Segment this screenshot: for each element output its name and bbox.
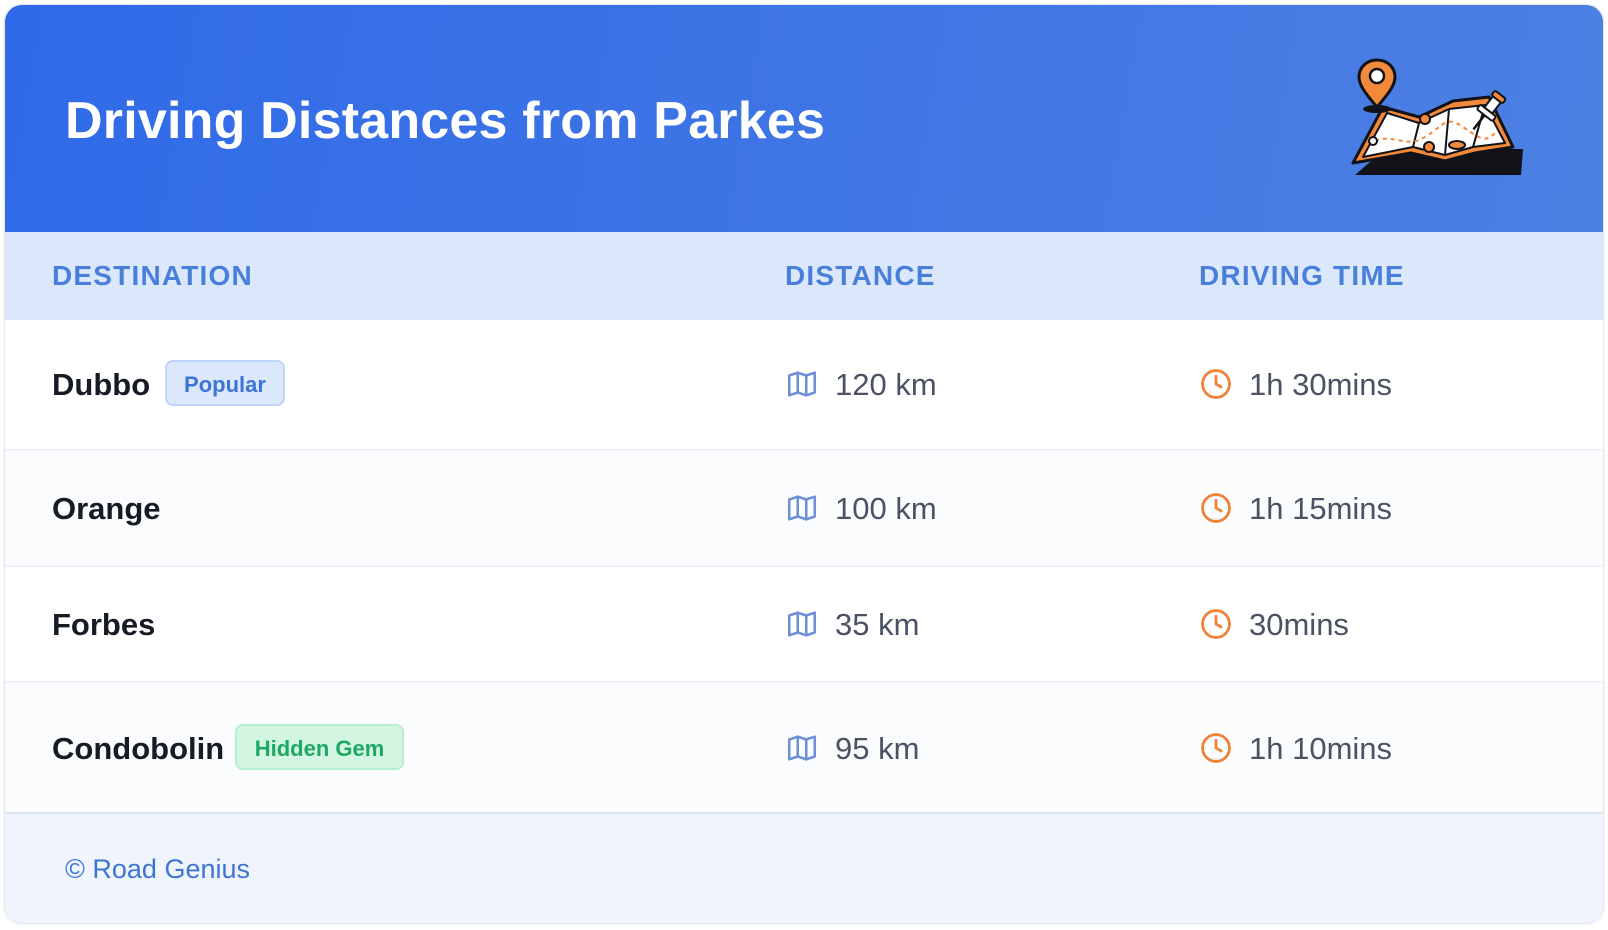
driving-time-value: 1h 10mins — [1249, 731, 1393, 766]
card-footer: © Road Genius — [5, 812, 1603, 923]
table-row: Forbes 35 km 30mins — [5, 567, 1603, 683]
destination-name: Condobolin — [52, 731, 225, 766]
page-title: Driving Distances from Parkes — [65, 92, 826, 150]
driving-time-value: 30mins — [1249, 607, 1349, 642]
destination-name: Dubbo — [52, 367, 151, 402]
clock-icon — [1201, 733, 1231, 763]
column-header-distance: DISTANCE — [785, 260, 936, 291]
clock-icon — [1201, 493, 1231, 523]
distance-value: 35 km — [835, 607, 920, 642]
map-icon — [787, 495, 817, 521]
driving-time-value: 1h 15mins — [1249, 491, 1393, 526]
table-row: Orange 100 km 1h 15mins — [5, 451, 1603, 567]
card-header: Driving Distances from Parkes — [5, 5, 1603, 232]
copyright-text: © Road Genius — [65, 854, 250, 884]
destination-name: Forbes — [52, 607, 156, 642]
hidden-gem-badge: Hidden Gem — [235, 724, 404, 770]
column-header-driving-time: DRIVING TIME — [1199, 260, 1405, 291]
table-header: DESTINATION DISTANCE DRIVING TIME — [5, 232, 1603, 322]
map-icon — [787, 611, 817, 637]
clock-icon — [1201, 369, 1231, 399]
map-icon — [787, 735, 817, 761]
driving-time-value: 1h 30mins — [1249, 367, 1393, 402]
distance-value: 95 km — [835, 731, 920, 766]
map-with-pins-icon — [1351, 58, 1523, 175]
clock-icon — [1201, 609, 1231, 639]
map-icon — [787, 371, 817, 397]
destination-name: Orange — [52, 491, 161, 526]
table-row: Condobolin Hidden Gem 95 km 1h 10mins — [5, 683, 1603, 810]
distance-value: 100 km — [835, 491, 937, 526]
distance-value: 120 km — [835, 367, 937, 402]
popular-badge: Popular — [165, 360, 285, 406]
distance-card: Driving Distances from Parkes DESTINATIO… — [4, 4, 1604, 924]
column-header-destination: DESTINATION — [52, 260, 253, 291]
table-row: Dubbo Popular 120 km 1h 30mins — [5, 320, 1603, 451]
